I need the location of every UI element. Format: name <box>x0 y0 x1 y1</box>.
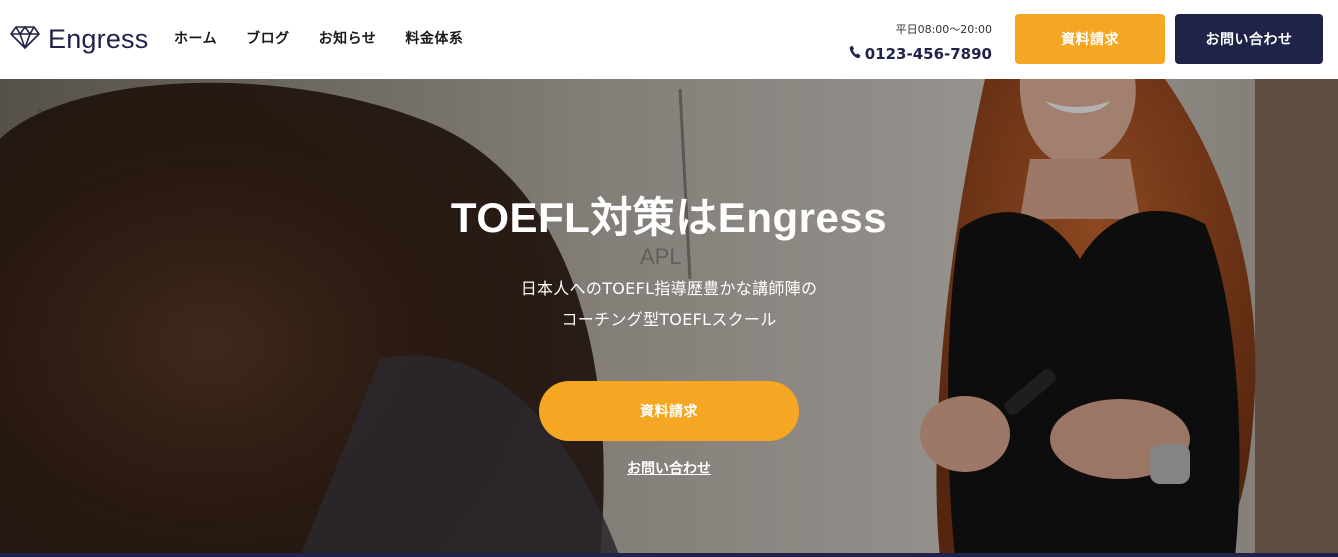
contact-button[interactable]: お問い合わせ <box>1175 14 1323 64</box>
hero-bottom-border <box>0 553 1338 557</box>
business-hours: 平日08:00〜20:00 <box>895 23 992 36</box>
phone-text: 0123-456-7890 <box>864 45 992 63</box>
contact-info: 平日08:00〜20:00 0123-456-7890 <box>849 22 992 65</box>
brand-name: Engress <box>48 23 149 54</box>
hero-subtitle: 日本人へのTOEFL指導歴豊かな講師陣の コーチング型TOEFLスクール <box>0 273 1338 335</box>
hero-section: APL TOEFL対策はEngress 日本人へのTOEFL指導歴豊かな講師陣の… <box>0 79 1338 557</box>
site-header: Engress ホーム ブログ お知らせ 料金体系 平日08:00〜20:00 … <box>0 0 1338 79</box>
nav-item-blog[interactable]: ブログ <box>246 29 290 49</box>
hero-subtitle-line1: 日本人へのTOEFL指導歴豊かな講師陣の <box>520 279 818 298</box>
nav-item-news[interactable]: お知らせ <box>319 29 377 49</box>
hero-subtitle-line2: コーチング型TOEFLスクール <box>561 310 777 329</box>
hero-title: TOEFL対策はEngress <box>450 194 888 241</box>
main-nav: ホーム ブログ お知らせ 料金体系 <box>174 29 492 49</box>
brand-logo[interactable]: Engress <box>10 22 148 56</box>
hero-contact-link[interactable]: お問い合わせ <box>0 459 1338 479</box>
phone-icon <box>849 43 865 65</box>
phone-number[interactable]: 0123-456-7890 <box>849 43 992 65</box>
nav-item-pricing[interactable]: 料金体系 <box>405 29 463 49</box>
nav-item-home[interactable]: ホーム <box>174 29 217 49</box>
diamond-icon <box>10 25 40 53</box>
request-documents-button[interactable]: 資料請求 <box>1015 14 1165 64</box>
hero-request-documents-button[interactable]: 資料請求 <box>539 381 799 441</box>
